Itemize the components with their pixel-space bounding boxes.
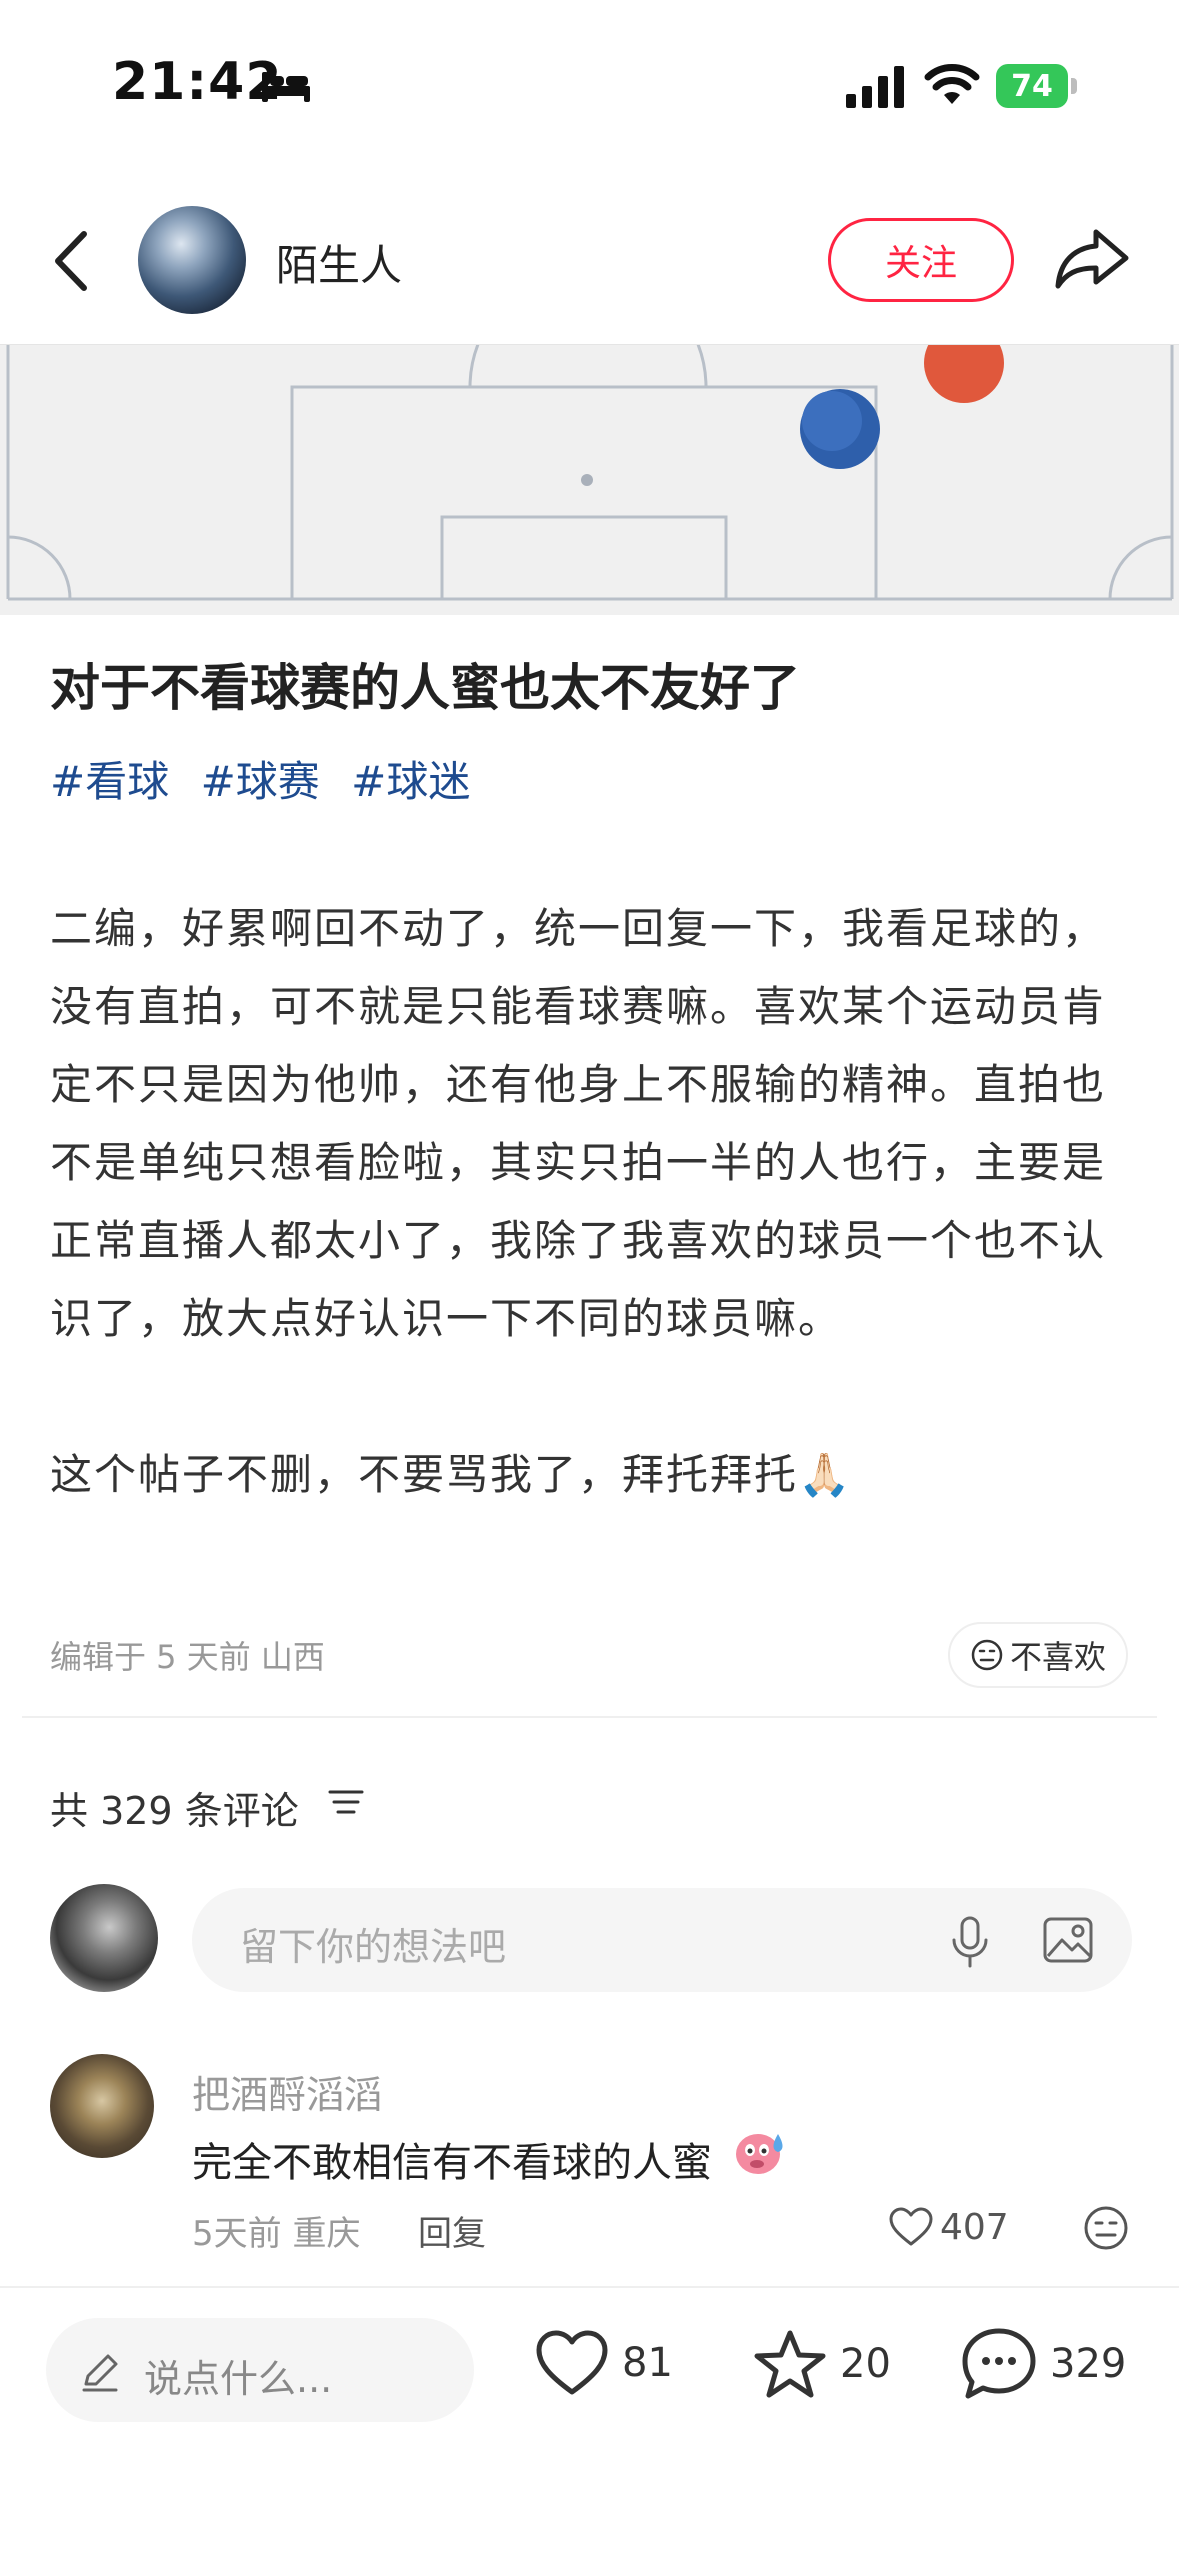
comment-total: 329 <box>1050 2341 1127 2387</box>
football-pitch-image <box>0 345 1179 615</box>
commenter-avatar[interactable] <box>50 2054 154 2158</box>
back-button[interactable] <box>48 226 96 296</box>
sort-filter-icon[interactable] <box>326 1786 366 1820</box>
author-avatar[interactable] <box>138 206 246 314</box>
bottom-input-placeholder: 说点什么... <box>144 2357 333 2401</box>
comment-bubble-icon <box>962 2328 1036 2399</box>
status-time: 21:42 <box>112 52 283 112</box>
bottom-bar-divider <box>0 2286 1179 2288</box>
comment-input[interactable]: 留下你的想法吧 <box>192 1888 1132 1992</box>
star-icon <box>754 2330 826 2398</box>
battery-indicator: 74 <box>996 64 1080 108</box>
section-divider <box>22 1716 1157 1718</box>
sweat-emoji-icon <box>736 2134 783 2174</box>
my-avatar <box>50 1884 158 1992</box>
cellular-signal-icon <box>846 66 904 108</box>
comments-button[interactable]: 329 <box>960 2326 1126 2402</box>
dislike-button[interactable]: 不喜欢 <box>948 1622 1128 1688</box>
comment-count: 共 329 条评论 <box>50 1789 299 1833</box>
wifi-icon <box>924 64 980 104</box>
commenter-name[interactable]: 把酒酹滔滔 <box>192 2064 382 2119</box>
post-body: 二编，好累啊回不动了，统一回复一下，我看足球的，没有直拍，可不就是只能看球赛嘛。… <box>50 890 1140 1514</box>
comment-like-button[interactable]: 407 <box>888 2206 1009 2248</box>
post-paragraph: 这个帖子不删，不要骂我了，拜托拜托🙏🏻 <box>50 1450 853 1499</box>
favorite-button[interactable]: 20 <box>752 2328 891 2400</box>
like-button[interactable]: 81 <box>534 2328 673 2398</box>
post-image[interactable] <box>0 344 1179 615</box>
post-meta: 编辑于 5 天前 山西 <box>50 1638 325 1676</box>
image-picker-icon[interactable] <box>1042 1916 1094 1964</box>
meh-face-icon <box>971 1639 1003 1671</box>
tag-link[interactable]: #球迷 <box>351 757 470 806</box>
bottom-comment-input[interactable]: 说点什么... <box>46 2318 474 2422</box>
follow-button[interactable]: 关注 <box>828 218 1014 302</box>
share-icon[interactable] <box>1052 222 1132 292</box>
heart-icon <box>889 2207 933 2246</box>
like-count: 81 <box>622 2340 673 2386</box>
heart-icon <box>536 2330 608 2395</box>
comment-text: 完全不敢相信有不看球的人蜜 <box>192 2140 712 2186</box>
sleep-focus-icon <box>262 72 310 102</box>
pen-icon <box>82 2354 118 2392</box>
battery-level: 74 <box>996 64 1068 108</box>
dislike-label: 不喜欢 <box>1009 1638 1106 1676</box>
comment-dislike-icon[interactable] <box>1082 2204 1130 2252</box>
tag-link[interactable]: #球赛 <box>201 757 320 806</box>
microphone-icon[interactable] <box>950 1916 990 1968</box>
tag-link[interactable]: #看球 <box>50 757 169 806</box>
reply-button[interactable]: 回复 <box>418 2206 486 2255</box>
tag-list: #看球 #球赛 #球迷 <box>50 748 488 809</box>
comment-meta: 5天前 重庆 <box>192 2214 361 2254</box>
comment-input-placeholder: 留下你的想法吧 <box>240 1925 507 1969</box>
comment-like-count: 407 <box>940 2206 1009 2248</box>
favorite-count: 20 <box>840 2341 891 2387</box>
post-title: 对于不看球赛的人蜜也太不友好了 <box>50 659 800 717</box>
author-name[interactable]: 陌生人 <box>276 232 402 293</box>
post-paragraph: 二编，好累啊回不动了，统一回复一下，我看足球的，没有直拍，可不就是只能看球赛嘛。… <box>50 904 1107 1343</box>
